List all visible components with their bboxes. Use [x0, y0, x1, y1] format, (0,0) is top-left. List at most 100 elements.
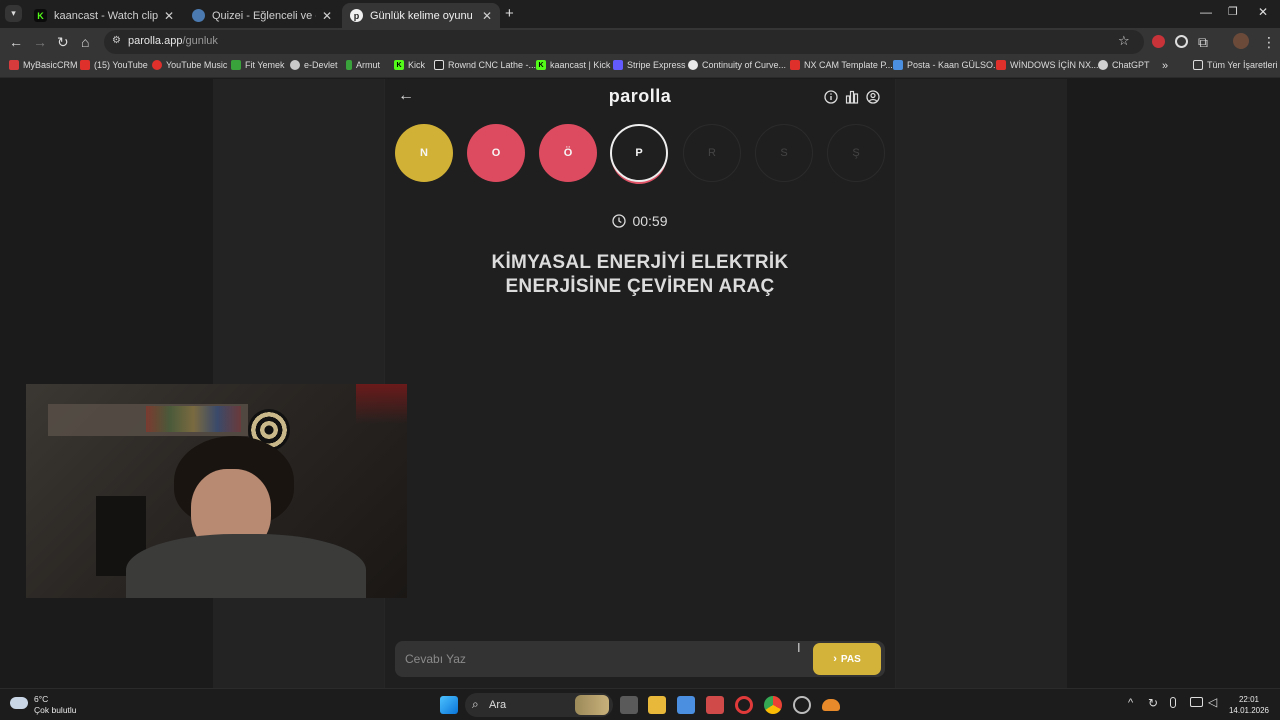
globe-icon [688, 60, 698, 70]
tab-title: Günlük kelime oyunu - parolla [370, 9, 476, 22]
home-icon[interactable]: ⌂ [81, 34, 89, 50]
bookmark-item[interactable]: Fit Yemek [231, 60, 285, 70]
chrome-icon[interactable] [764, 696, 782, 714]
rownd-icon [434, 60, 444, 70]
kick-icon: K [536, 60, 546, 70]
bookmark-item[interactable]: ChatGPT [1098, 60, 1150, 70]
bookmark-item[interactable]: YouTube Music [152, 60, 227, 70]
tab-title: Quizei - Eğlenceli ve etkileşimli [212, 9, 316, 22]
quizei-icon [192, 9, 205, 22]
bookmark-item[interactable]: Kkaancast | Kick [536, 60, 610, 70]
volume-icon[interactable]: ◁ [1208, 695, 1217, 709]
all-bookmarks-folder[interactable]: Tüm Yer İşaretleri [1193, 60, 1278, 70]
time-text: 22:01 [1238, 695, 1260, 704]
menu-icon[interactable]: ⋮ [1262, 34, 1276, 51]
extension-icon[interactable] [1175, 35, 1188, 48]
close-icon[interactable]: ✕ [322, 9, 332, 23]
site-info-icon[interactable]: ⚙ [112, 35, 121, 46]
extension-badge-icon[interactable] [1152, 35, 1165, 48]
close-icon[interactable]: ✕ [482, 9, 492, 23]
app-icon[interactable] [706, 696, 724, 714]
tab-kaancast-kick[interactable]: K kaancast - Watch clips on Kick ✕ [26, 3, 182, 28]
new-tab-button[interactable]: + [505, 5, 514, 22]
bookmark-item[interactable]: NX CAM Template P... [790, 60, 893, 70]
stats-icon[interactable] [845, 90, 859, 104]
search-icon: ⌕ [472, 697, 479, 711]
bookmark-item[interactable]: K Kick [394, 60, 425, 70]
file-explorer-icon[interactable] [648, 696, 666, 714]
address-bar[interactable]: ⚙ parolla.app/gunluk ☆ [104, 30, 1144, 54]
tab-title: kaancast - Watch clips on Kick [54, 9, 158, 22]
youtube-icon [996, 60, 1006, 70]
restore-icon[interactable]: ❐ [1228, 5, 1238, 18]
task-view-icon[interactable] [620, 696, 638, 714]
app-icon-2[interactable] [793, 696, 811, 714]
windows-taskbar: 6°C Çok bulutlu ⌕ Ara ^ ↻ ◁ 22:01 14.01.… [0, 688, 1280, 720]
text-cursor-icon: I [797, 640, 801, 655]
back-arrow-icon[interactable]: ← [398, 87, 414, 105]
tab-search-button[interactable]: ▾ [5, 5, 22, 22]
calculator-icon[interactable] [677, 696, 695, 714]
question-line: KİMYASAL ENERJİYİ ELEKTRİK [491, 252, 789, 273]
bookmark-item[interactable]: Armut [346, 60, 380, 70]
webcam-books [146, 406, 241, 432]
youtube-icon [790, 60, 800, 70]
windows-start-icon[interactable] [440, 696, 458, 714]
armut-icon [346, 60, 352, 70]
search-text: Ara [489, 699, 507, 711]
fit-yemek-icon [231, 60, 241, 70]
e-devlet-icon [290, 60, 300, 70]
letter-circle-correct: N [395, 124, 453, 182]
date-text: 14.01.2026 [1228, 706, 1270, 715]
back-icon[interactable]: ← [9, 34, 23, 50]
bookmark-item[interactable]: Rownd CNC Lathe -... [434, 60, 536, 70]
search-highlight-image [575, 695, 609, 715]
answer-input[interactable] [405, 647, 805, 671]
tray-chevron-icon[interactable]: ^ [1128, 697, 1133, 709]
close-window-icon[interactable]: ✕ [1258, 5, 1268, 19]
pass-button[interactable]: › PAS [813, 643, 881, 675]
letter-circle-pending: R [683, 124, 741, 182]
page-content: ← parolla N O Ö P R S Ş 00:59 KİMYASAL E… [0, 79, 1280, 688]
profile-avatar[interactable] [1233, 33, 1249, 49]
weather-widget[interactable]: 6°C Çok bulutlu [10, 694, 77, 716]
chatgpt-icon [1098, 60, 1108, 70]
extensions-puzzle-icon[interactable]: ⧉ [1198, 34, 1208, 51]
bookmark-favicon-icon [9, 60, 19, 70]
bookmark-item[interactable]: WİNDOWS İÇİN NX... [996, 60, 1099, 70]
bookmark-item[interactable]: Continuity of Curve... [688, 60, 786, 70]
microphone-icon[interactable] [1170, 697, 1176, 708]
bookmark-item[interactable]: MyBasicCRM [9, 60, 78, 70]
reload-icon[interactable]: ↻ [57, 34, 69, 51]
network-icon[interactable] [1190, 697, 1203, 707]
kick-icon: K [34, 9, 47, 22]
parolla-icon: p [350, 9, 363, 22]
parolla-logo[interactable]: parolla [560, 86, 720, 107]
weather-text: Çok bulutlu [34, 705, 77, 715]
url-text[interactable]: parolla.app/gunluk [128, 35, 218, 47]
info-icon[interactable] [824, 90, 838, 104]
opera-icon[interactable] [735, 696, 753, 714]
bookmark-item[interactable]: Posta - Kaan GÜLSO... [893, 60, 1001, 70]
chevron-right-icon: › [833, 653, 837, 665]
close-icon[interactable]: ✕ [164, 9, 174, 23]
webcam-red-glow [356, 384, 407, 424]
bookmark-item[interactable]: e-Devlet [290, 60, 338, 70]
more-bookmarks-icon[interactable]: » [1162, 60, 1168, 72]
bookmark-item[interactable]: Stripe Express [613, 60, 686, 70]
forward-icon[interactable]: → [33, 34, 47, 50]
tray-sync-icon[interactable]: ↻ [1148, 696, 1158, 710]
tab-parolla[interactable]: p Günlük kelime oyunu - parolla ✕ [342, 3, 500, 28]
bookmark-item[interactable]: (15) YouTube [80, 60, 148, 70]
taskbar-search[interactable]: ⌕ Ara [465, 693, 613, 717]
user-icon[interactable] [866, 90, 880, 104]
tab-quizei[interactable]: Quizei - Eğlenceli ve etkileşimli ✕ [184, 3, 340, 28]
minimize-icon[interactable]: — [1200, 5, 1212, 19]
taskbar-clock[interactable]: 22:01 14.01.2026 [1226, 694, 1272, 716]
youtube-icon [80, 60, 90, 70]
stripe-icon [613, 60, 623, 70]
answer-bar: › PAS [395, 641, 885, 677]
bookmark-star-icon[interactable]: ☆ [1118, 33, 1130, 49]
letter-circle-current: P [610, 124, 668, 182]
cloud-app-icon[interactable] [822, 699, 840, 711]
